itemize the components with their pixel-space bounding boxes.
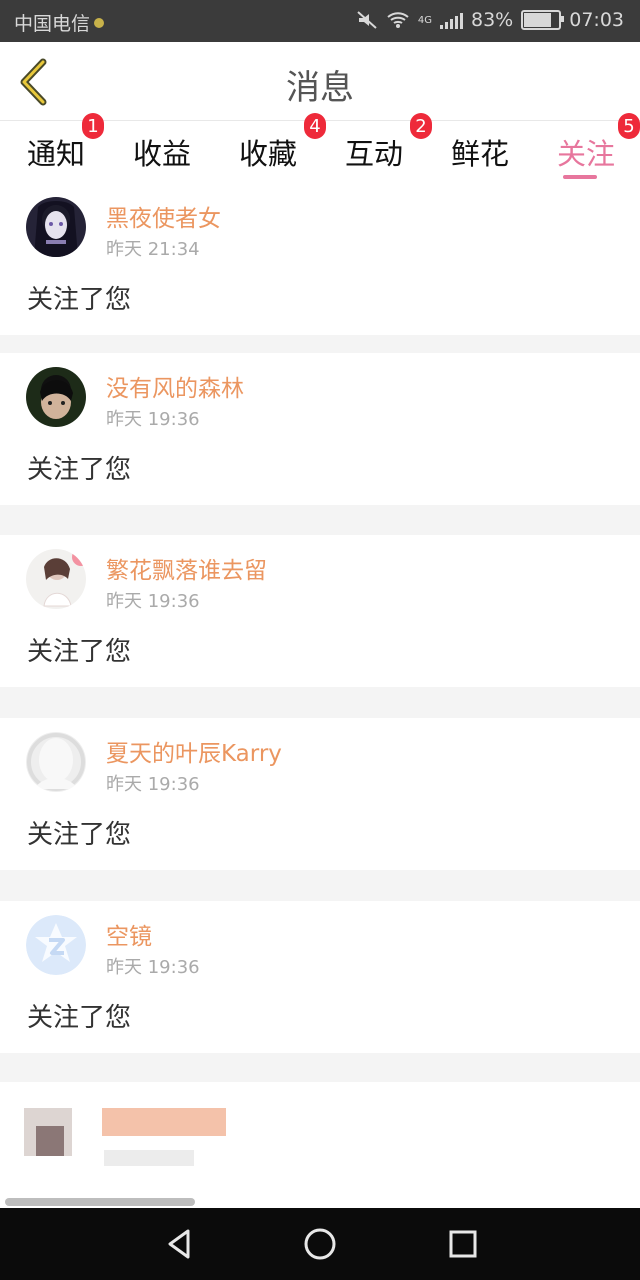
- scrollbar[interactable]: [5, 1198, 195, 1206]
- blurred-list-item[interactable]: [0, 1082, 640, 1208]
- interaction-badge: 2: [410, 113, 432, 139]
- network-type: 4G: [417, 14, 432, 26]
- tab-favorites[interactable]: 收藏 4: [218, 113, 326, 181]
- tab-label: 收益: [132, 137, 191, 171]
- girl-avatar[interactable]: [26, 549, 86, 609]
- battery-level: [524, 13, 552, 27]
- follow-action: 关注了您: [27, 455, 132, 485]
- default-avatar[interactable]: [26, 732, 86, 792]
- active-tab-indicator: [563, 175, 597, 179]
- tab-label: 互动: [344, 137, 403, 171]
- message-tabs: 通知 1 收益 收藏 4 互动 2 鲜花 关注 5: [0, 113, 640, 183]
- tab-flowers[interactable]: 鲜花: [430, 131, 530, 181]
- tab-income[interactable]: 收益: [112, 131, 212, 181]
- portrait-avatar[interactable]: [26, 367, 86, 427]
- status-bar: 中国电信 4G 83% 07:03: [0, 0, 640, 42]
- qzone-avatar[interactable]: [26, 915, 86, 975]
- list-item[interactable]: 夏天的叶辰Karry 昨天 19:36 关注了您: [0, 718, 640, 870]
- tab-label: 收藏: [238, 137, 297, 171]
- user-name[interactable]: 黑夜使者女: [106, 199, 221, 233]
- triangle-back-icon[interactable]: [162, 1226, 198, 1262]
- circle-home-icon[interactable]: [302, 1226, 338, 1262]
- follow-action: 关注了您: [27, 1003, 132, 1033]
- notification-icon: [94, 17, 105, 28]
- tab-interaction[interactable]: 互动 2: [324, 113, 432, 181]
- square-recent-icon[interactable]: [445, 1226, 481, 1262]
- blurred-time: [104, 1150, 194, 1166]
- list-item[interactable]: 繁花飘落谁去留 昨天 19:36 关注了您: [0, 535, 640, 687]
- signal-icon: [440, 11, 463, 29]
- follow-badge: 5: [618, 113, 640, 139]
- user-name[interactable]: 没有风的森林: [106, 369, 244, 403]
- follow-time: 昨天 19:36: [106, 957, 200, 978]
- follow-time: 昨天 21:34: [106, 239, 200, 260]
- status-time: 07:03: [569, 9, 624, 31]
- tab-label: 鲜花: [450, 137, 509, 171]
- page-title: 消息: [286, 68, 354, 108]
- status-left: 中国电信: [14, 9, 105, 36]
- status-right: 4G 83% 07:03: [356, 9, 624, 31]
- blurred-name: [102, 1108, 226, 1136]
- list-item[interactable]: 黑夜使者女 昨天 21:34 关注了您: [0, 183, 640, 335]
- follow-time: 昨天 19:36: [106, 774, 200, 795]
- header-bar: 消息: [0, 42, 640, 120]
- battery-icon: [521, 10, 565, 30]
- blurred-avatar-detail: [36, 1126, 64, 1156]
- user-name[interactable]: 繁花飘落谁去留: [106, 551, 267, 585]
- battery-percent: 83%: [471, 9, 514, 31]
- follow-action: 关注了您: [27, 820, 132, 850]
- list-item[interactable]: 空镜 昨天 19:36 关注了您: [0, 901, 640, 1053]
- notification-badge: 1: [82, 113, 104, 139]
- carrier-name: 中国电信: [14, 13, 91, 35]
- wifi-icon: [387, 12, 409, 28]
- tab-follow[interactable]: 关注 5: [536, 113, 640, 181]
- list-item[interactable]: 没有风的森林 昨天 19:36 关注了您: [0, 353, 640, 505]
- dark-anime-avatar[interactable]: [26, 197, 86, 257]
- tab-label: 通知: [26, 137, 85, 171]
- android-navigation-bar: [0, 1208, 640, 1280]
- favorites-badge: 4: [304, 113, 326, 139]
- user-name[interactable]: 空镜: [106, 917, 152, 951]
- follow-action: 关注了您: [27, 285, 132, 315]
- mute-icon: [357, 11, 377, 29]
- tab-label: 关注: [556, 137, 615, 171]
- follow-time: 昨天 19:36: [106, 591, 200, 612]
- follow-time: 昨天 19:36: [106, 409, 200, 430]
- user-name[interactable]: 夏天的叶辰Karry: [106, 734, 282, 768]
- follow-action: 关注了您: [27, 637, 132, 667]
- tab-notification[interactable]: 通知 1: [6, 113, 106, 181]
